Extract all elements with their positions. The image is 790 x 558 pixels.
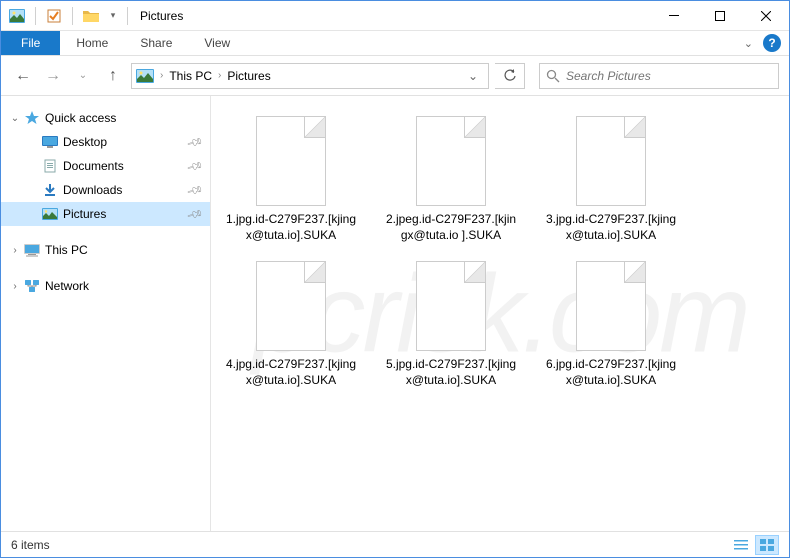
file-tab[interactable]: File bbox=[1, 31, 60, 55]
file-name: 2.jpeg.id-C279F237.[kjingx@tuta.io ].SUK… bbox=[385, 212, 517, 243]
qat-separator bbox=[72, 7, 73, 25]
address-bar-row: ← → ⌄ ↑ › This PC › Pictures ⌄ bbox=[1, 56, 789, 96]
main-area: ⌄ Quick access Desktop 📌︎ Documents 📌︎ D… bbox=[1, 96, 789, 531]
address-dropdown-icon[interactable]: ⌄ bbox=[462, 69, 484, 83]
blank-file-icon bbox=[576, 116, 646, 206]
status-bar: 6 items bbox=[1, 531, 789, 557]
sidebar-item-label: Documents bbox=[63, 159, 124, 173]
blank-file-icon bbox=[256, 261, 326, 351]
qat-separator bbox=[35, 7, 36, 25]
sidebar-item-documents[interactable]: Documents 📌︎ bbox=[1, 154, 210, 178]
star-icon bbox=[23, 110, 41, 126]
sidebar-item-network[interactable]: › Network bbox=[1, 274, 210, 298]
downloads-icon bbox=[41, 182, 59, 198]
view-switcher bbox=[729, 535, 779, 555]
file-name: 5.jpg.id-C279F237.[kjingx@tuta.io].SUKA bbox=[385, 357, 517, 388]
file-item[interactable]: 5.jpg.id-C279F237.[kjingx@tuta.io].SUKA bbox=[381, 257, 521, 392]
content-pane[interactable]: pcrisk.com 1.jpg.id-C279F237.[kjingx@tut… bbox=[211, 96, 789, 531]
chevron-down-icon[interactable]: ⌄ bbox=[7, 113, 23, 124]
file-item[interactable]: 4.jpg.id-C279F237.[kjingx@tuta.io].SUKA bbox=[221, 257, 361, 392]
chevron-right-icon[interactable]: › bbox=[218, 70, 221, 81]
titlebar: ▾ Pictures bbox=[1, 1, 789, 31]
blank-file-icon bbox=[256, 116, 326, 206]
sidebar-item-label: Desktop bbox=[63, 135, 107, 149]
pictures-icon bbox=[41, 206, 59, 222]
pc-icon bbox=[23, 242, 41, 258]
file-name: 1.jpg.id-C279F237.[kjingx@tuta.io].SUKA bbox=[225, 212, 357, 243]
forward-button[interactable]: → bbox=[41, 64, 65, 88]
pin-icon: 📌︎ bbox=[186, 205, 205, 223]
ribbon-expand-icon[interactable]: ⌄ bbox=[744, 37, 753, 50]
blank-file-icon bbox=[416, 261, 486, 351]
pin-icon: 📌︎ bbox=[186, 133, 205, 151]
file-item[interactable]: 2.jpeg.id-C279F237.[kjingx@tuta.io ].SUK… bbox=[381, 112, 521, 247]
file-name: 3.jpg.id-C279F237.[kjingx@tuta.io].SUKA bbox=[545, 212, 677, 243]
large-icons-view-button[interactable] bbox=[755, 535, 779, 555]
ribbon: File Home Share View ⌄ ? bbox=[1, 31, 789, 56]
refresh-button[interactable] bbox=[495, 63, 525, 89]
minimize-button[interactable] bbox=[651, 1, 697, 31]
help-icon[interactable]: ? bbox=[763, 34, 781, 52]
maximize-button[interactable] bbox=[697, 1, 743, 31]
search-box[interactable] bbox=[539, 63, 779, 89]
folder-qat-icon[interactable] bbox=[81, 6, 101, 26]
properties-icon[interactable] bbox=[44, 6, 64, 26]
tab-share[interactable]: Share bbox=[124, 31, 188, 55]
search-input[interactable] bbox=[566, 69, 772, 83]
sidebar-item-downloads[interactable]: Downloads 📌︎ bbox=[1, 178, 210, 202]
file-item[interactable]: 3.jpg.id-C279F237.[kjingx@tuta.io].SUKA bbox=[541, 112, 681, 247]
window-title: Pictures bbox=[140, 9, 183, 23]
breadcrumb-pictures[interactable]: Pictures bbox=[227, 69, 270, 83]
chevron-right-icon[interactable]: › bbox=[7, 281, 23, 292]
file-item[interactable]: 1.jpg.id-C279F237.[kjingx@tuta.io].SUKA bbox=[221, 112, 361, 247]
close-button[interactable] bbox=[743, 1, 789, 31]
qat-dropdown-icon[interactable]: ▾ bbox=[107, 6, 119, 26]
chevron-right-icon[interactable]: › bbox=[160, 70, 163, 81]
chevron-right-icon[interactable]: › bbox=[7, 245, 23, 256]
window-controls bbox=[651, 1, 789, 31]
item-count: 6 items bbox=[11, 538, 50, 552]
breadcrumb-this-pc[interactable]: This PC bbox=[169, 69, 212, 83]
tab-view[interactable]: View bbox=[188, 31, 246, 55]
search-icon bbox=[546, 69, 560, 83]
documents-icon bbox=[41, 158, 59, 174]
sidebar-item-pictures[interactable]: Pictures 📌︎ bbox=[1, 202, 210, 226]
file-item[interactable]: 6.jpg.id-C279F237.[kjingx@tuta.io].SUKA bbox=[541, 257, 681, 392]
sidebar-item-label: Quick access bbox=[45, 111, 116, 125]
sidebar-item-label: Pictures bbox=[63, 207, 106, 221]
file-name: 6.jpg.id-C279F237.[kjingx@tuta.io].SUKA bbox=[545, 357, 677, 388]
quick-access-toolbar: ▾ Pictures bbox=[1, 6, 183, 26]
pictures-folder-icon bbox=[136, 69, 154, 83]
file-name: 4.jpg.id-C279F237.[kjingx@tuta.io].SUKA bbox=[225, 357, 357, 388]
sidebar-item-desktop[interactable]: Desktop 📌︎ bbox=[1, 130, 210, 154]
sidebar-item-quick-access[interactable]: ⌄ Quick access bbox=[1, 106, 210, 130]
pin-icon: 📌︎ bbox=[186, 157, 205, 175]
sidebar-item-this-pc[interactable]: › This PC bbox=[1, 238, 210, 262]
back-button[interactable]: ← bbox=[11, 64, 35, 88]
tab-home[interactable]: Home bbox=[60, 31, 124, 55]
pictures-app-icon bbox=[7, 6, 27, 26]
sidebar-item-label: This PC bbox=[45, 243, 88, 257]
up-button[interactable]: ↑ bbox=[101, 64, 125, 88]
blank-file-icon bbox=[576, 261, 646, 351]
navigation-pane: ⌄ Quick access Desktop 📌︎ Documents 📌︎ D… bbox=[1, 96, 211, 531]
pin-icon: 📌︎ bbox=[186, 181, 205, 199]
network-icon bbox=[23, 278, 41, 294]
title-separator bbox=[127, 7, 128, 25]
sidebar-item-label: Downloads bbox=[63, 183, 122, 197]
desktop-icon bbox=[41, 134, 59, 150]
sidebar-item-label: Network bbox=[45, 279, 89, 293]
recent-dropdown-icon[interactable]: ⌄ bbox=[71, 64, 95, 88]
breadcrumb[interactable]: › This PC › Pictures ⌄ bbox=[131, 63, 489, 89]
blank-file-icon bbox=[416, 116, 486, 206]
details-view-button[interactable] bbox=[729, 535, 753, 555]
